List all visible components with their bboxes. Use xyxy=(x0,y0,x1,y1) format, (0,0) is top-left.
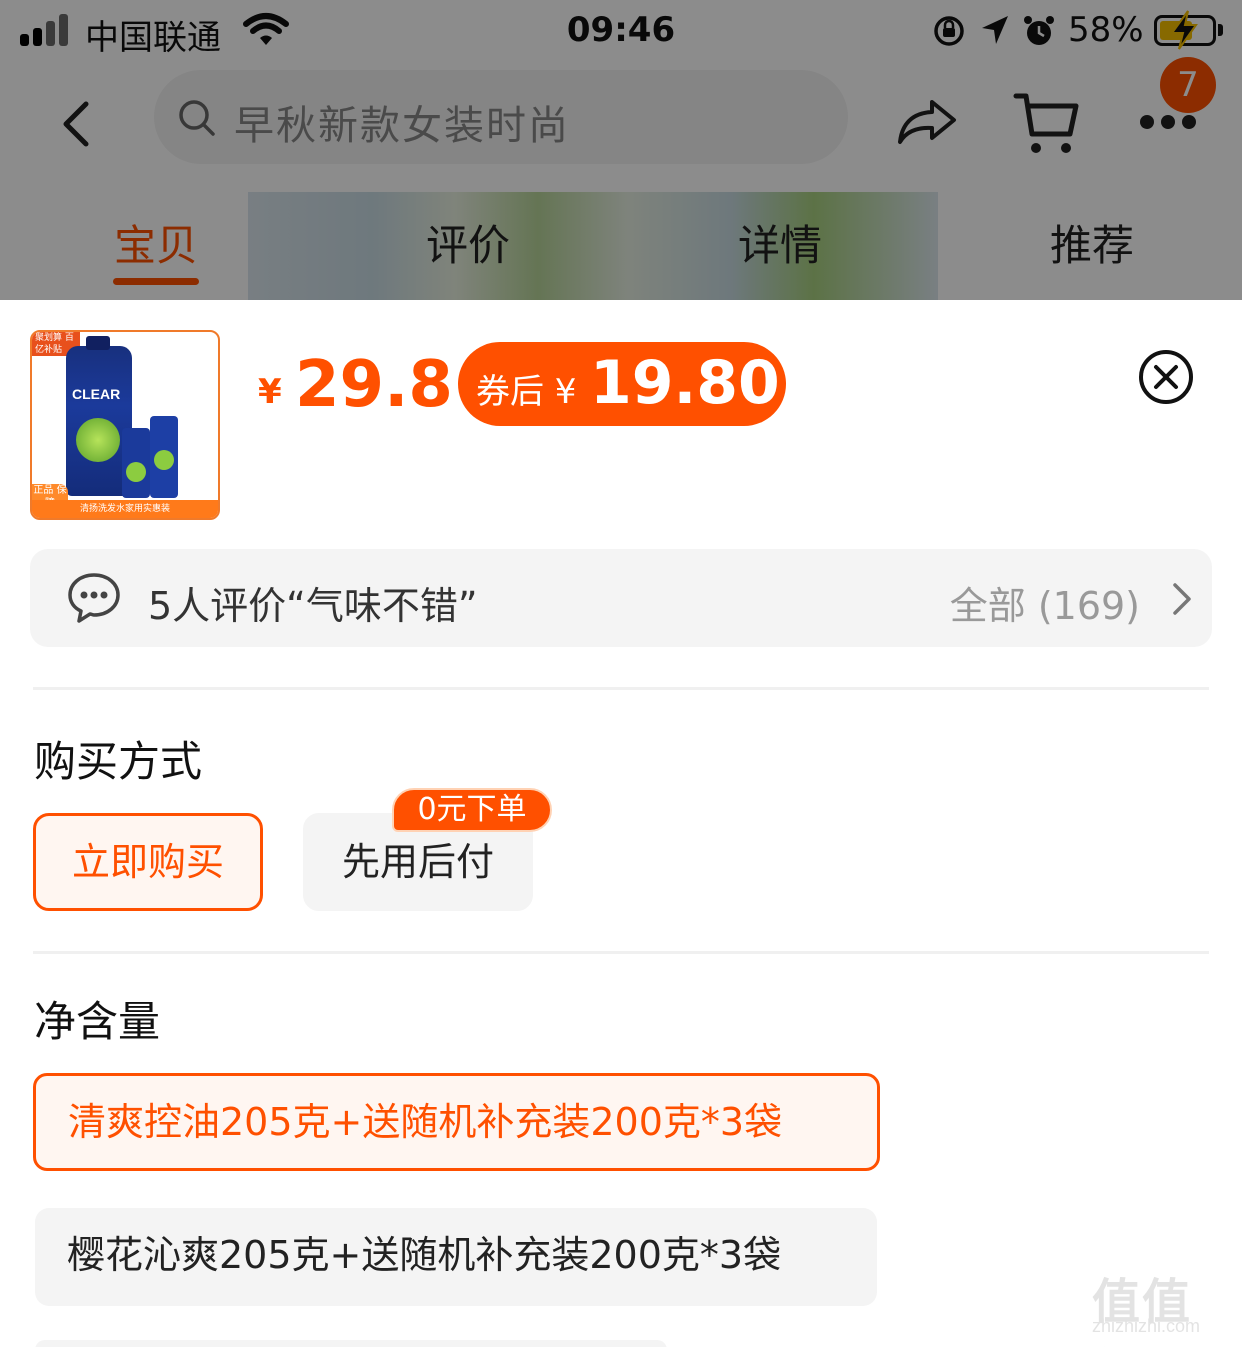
net-content-option-fresh[interactable]: 清爽控油205克+送随机补充装200克*3袋 xyxy=(33,1073,880,1171)
divider xyxy=(33,687,1209,690)
brand-label: CLEAR xyxy=(72,386,121,402)
chevron-right-icon xyxy=(1173,583,1191,615)
zero-down-badge: 0元下单 xyxy=(392,788,552,832)
net-content-title: 净含量 xyxy=(34,997,161,1046)
site-watermark: 值值值 zhizhizhi.com xyxy=(1092,1274,1201,1347)
coupon-label: 券后 ¥ xyxy=(476,372,577,412)
coupon-price: 19.80 xyxy=(590,348,780,418)
chat-bubble-icon xyxy=(68,573,120,623)
review-summary-text: 5人评价“气味不错” xyxy=(148,584,478,628)
review-all-count: 全部 (169) xyxy=(949,584,1140,628)
buy-now-option[interactable]: 立即购买 xyxy=(33,813,263,911)
price-currency: ¥ xyxy=(258,372,282,412)
product-thumbnail[interactable]: 聚划算 百亿补贴 CLEAR 正品 保障 清扬洗发水家用实惠装 xyxy=(30,330,220,520)
coupon-price-pill: 券后 ¥ 19.80 xyxy=(458,342,786,426)
net-content-option-sakura[interactable]: 樱花沁爽205克+送随机补充装200克*3袋 xyxy=(35,1208,877,1306)
purchase-method-title: 购买方式 xyxy=(34,737,203,786)
thumbnail-caption: 清扬洗发水家用实惠装 xyxy=(32,500,218,518)
background-product-page: 中国联通 09:46 58% 早秋新款女装时尚 7 宝贝 评价 详情 推荐 xyxy=(0,0,1242,300)
price: 29.8 xyxy=(295,348,453,422)
modal-overlay[interactable] xyxy=(0,0,1242,300)
close-icon[interactable] xyxy=(1138,349,1194,405)
sku-selection-sheet: 聚划算 百亿补贴 CLEAR 正品 保障 清扬洗发水家用实惠装 ¥ 29.8 券… xyxy=(0,300,1242,1347)
review-summary-bar[interactable]: 5人评价“气味不错” 全部 (169) xyxy=(30,549,1212,647)
net-content-option-partial[interactable] xyxy=(35,1340,667,1347)
divider xyxy=(33,951,1209,954)
